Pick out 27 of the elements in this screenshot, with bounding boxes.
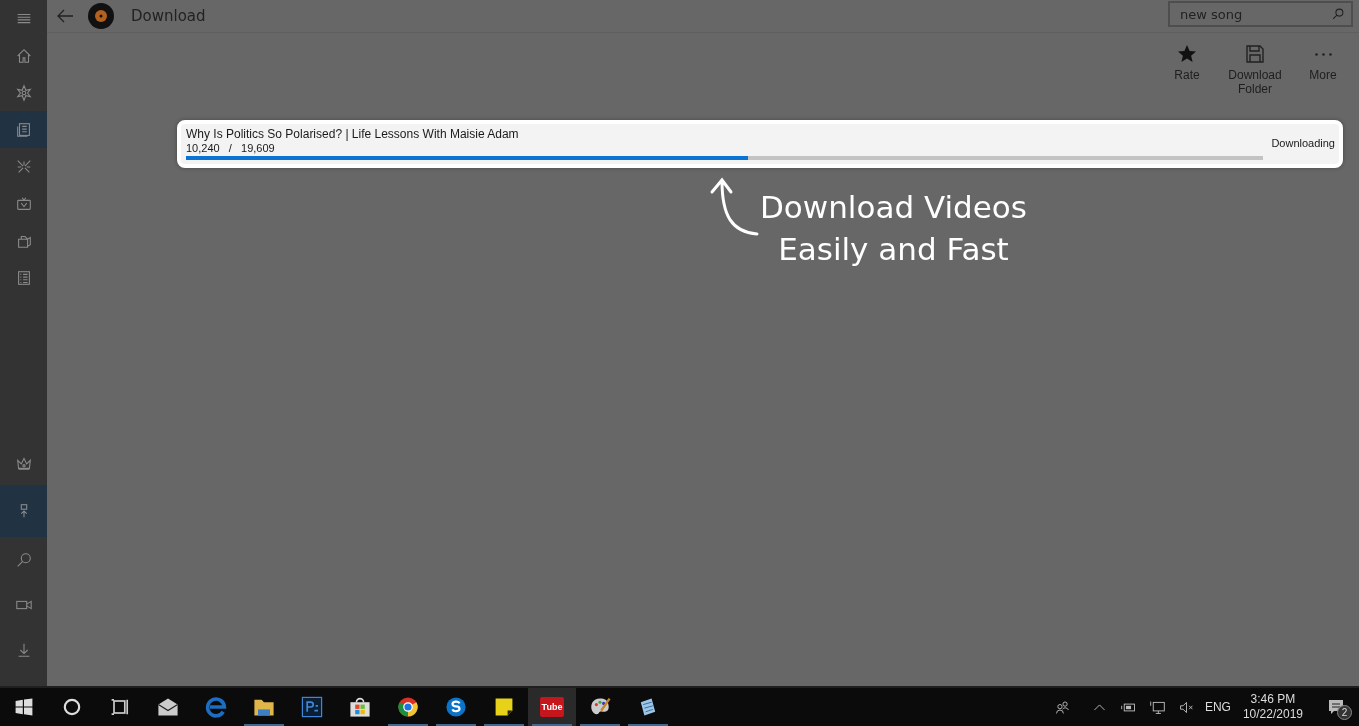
shopping-bag-icon bbox=[348, 695, 372, 719]
callout-text: Download Videos bbox=[760, 188, 1027, 227]
photoshop-icon bbox=[300, 695, 324, 719]
download-status: Downloading bbox=[1271, 137, 1335, 149]
progress-text: 10,240 / 19,609 bbox=[186, 142, 276, 155]
notification-count: 2 bbox=[1337, 705, 1352, 720]
callout-text: Easily and Fast bbox=[777, 230, 1010, 269]
notification-button[interactable]: 2 bbox=[1313, 688, 1359, 726]
search-icon[interactable] bbox=[1331, 7, 1345, 21]
star-icon bbox=[1177, 44, 1197, 64]
tv-icon bbox=[14, 194, 33, 213]
page-title: Download bbox=[131, 7, 206, 25]
s-logo-icon bbox=[444, 695, 468, 719]
taskbar-button[interactable]: Tube bbox=[528, 688, 576, 726]
app-icon: Tube bbox=[539, 697, 565, 717]
video-title: Why Is Politics So Polarised? | Life Lessons With Maisie Adam bbox=[186, 126, 520, 142]
more-icon bbox=[1314, 53, 1332, 56]
chrome-icon bbox=[396, 695, 420, 719]
e-logo-icon bbox=[204, 695, 228, 719]
clock[interactable]: 3:46 PM 10/22/2019 bbox=[1242, 692, 1303, 722]
vinyl-record-icon bbox=[88, 3, 114, 29]
burst-icon bbox=[14, 83, 33, 102]
newspaper-icon bbox=[14, 120, 33, 139]
language-indicator[interactable]: ENG bbox=[1204, 700, 1231, 714]
people-icon[interactable] bbox=[1053, 698, 1071, 716]
sidebar-item[interactable] bbox=[0, 111, 47, 148]
home-icon bbox=[14, 46, 33, 65]
